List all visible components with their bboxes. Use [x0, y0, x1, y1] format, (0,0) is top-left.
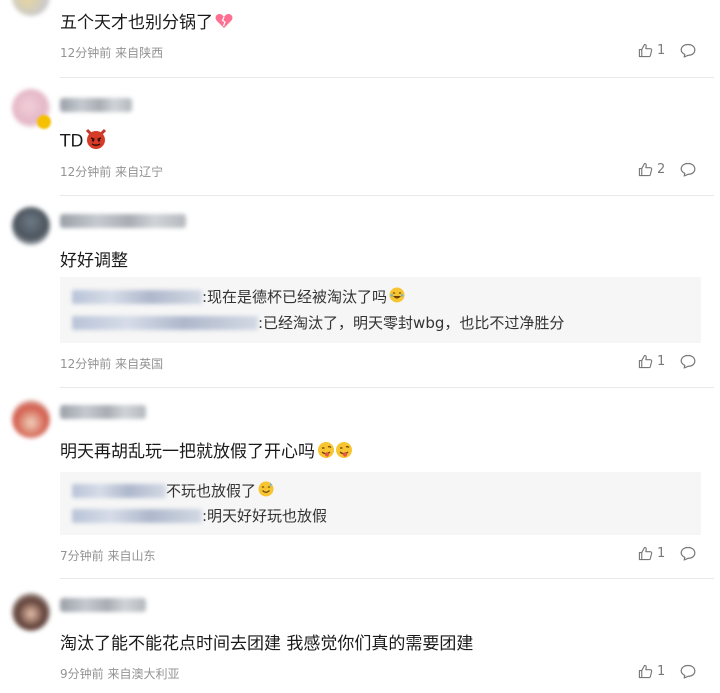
sweat-smile-emoji [258, 481, 274, 501]
reply-username-blurred[interactable] [72, 289, 202, 304]
comment-bubble-icon[interactable] [680, 162, 696, 177]
username-blurred[interactable] [60, 214, 186, 228]
comment-meta: 9分钟前 来自澳大利亚 [60, 667, 180, 681]
avatar[interactable] [12, 0, 50, 16]
avatar-badge-icon [37, 115, 51, 129]
comment-bubble-icon[interactable] [680, 546, 696, 561]
laughing-emoji [389, 287, 405, 307]
angry-devil-emoji [85, 128, 107, 155]
comment-meta: 12分钟前 来自辽宁 [60, 165, 164, 179]
reply-item: 不玩也放假了 [72, 480, 274, 501]
reply-username-blurred[interactable] [72, 483, 166, 498]
like-button[interactable]: 1 [638, 354, 665, 369]
username-blurred[interactable] [60, 98, 132, 112]
username-blurred[interactable] [60, 405, 146, 419]
reply-username-blurred[interactable] [72, 315, 258, 330]
avatar[interactable] [12, 400, 50, 438]
like-button[interactable]: 1 [638, 546, 665, 561]
reply-item: :明天好好玩也放假 [72, 505, 327, 526]
comment-meta: 12分钟前 来自陕西 [60, 46, 164, 60]
reply-preview[interactable]: 不玩也放假了 :明天好好玩也放假 [60, 472, 701, 535]
username-blurred[interactable] [60, 598, 146, 612]
divider [60, 578, 714, 579]
reply-preview[interactable]: :现在是德杯已经被淘汰了吗 :已经淘汰了，明天零封wbg，也比不过净胜分 [60, 277, 701, 343]
comment-bubble-icon[interactable] [680, 43, 696, 58]
divider [60, 387, 714, 388]
comment-bubble-icon[interactable] [680, 664, 696, 679]
tongue-wink-emoji [317, 441, 353, 464]
thumbs-up-icon [638, 664, 653, 679]
reply-item: :现在是德杯已经被淘汰了吗 [72, 286, 405, 307]
thumbs-up-icon [638, 43, 653, 58]
thumbs-up-icon [638, 354, 653, 369]
comment-meta: 12分钟前 来自英国 [60, 357, 164, 371]
reply-username-blurred[interactable] [72, 508, 202, 523]
divider [60, 195, 714, 196]
comment-bubble-icon[interactable] [680, 354, 696, 369]
reply-item: :已经淘汰了，明天零封wbg，也比不过净胜分 [72, 312, 564, 333]
comment-text: TD [60, 128, 107, 155]
like-button[interactable]: 1 [638, 664, 665, 679]
thumbs-up-icon [638, 162, 653, 177]
avatar[interactable] [12, 207, 50, 245]
like-button[interactable]: 1 [638, 43, 665, 58]
avatar[interactable] [12, 593, 50, 631]
thumbs-up-icon [638, 546, 653, 561]
comment-meta: 7分钟前 来自山东 [60, 549, 156, 563]
comment-text: 好好调整 [60, 251, 128, 271]
comment-text: 淘汰了能不能花点时间去团建 我感觉你们真的需要团建 [60, 634, 474, 654]
comment-text: 五个天才也别分锅了 [60, 8, 233, 34]
broken-heart-emoji [215, 13, 233, 34]
divider [60, 77, 714, 78]
like-button[interactable]: 2 [638, 162, 665, 177]
comment-text: 明天再胡乱玩一把就放假了开心吗 [60, 437, 353, 464]
